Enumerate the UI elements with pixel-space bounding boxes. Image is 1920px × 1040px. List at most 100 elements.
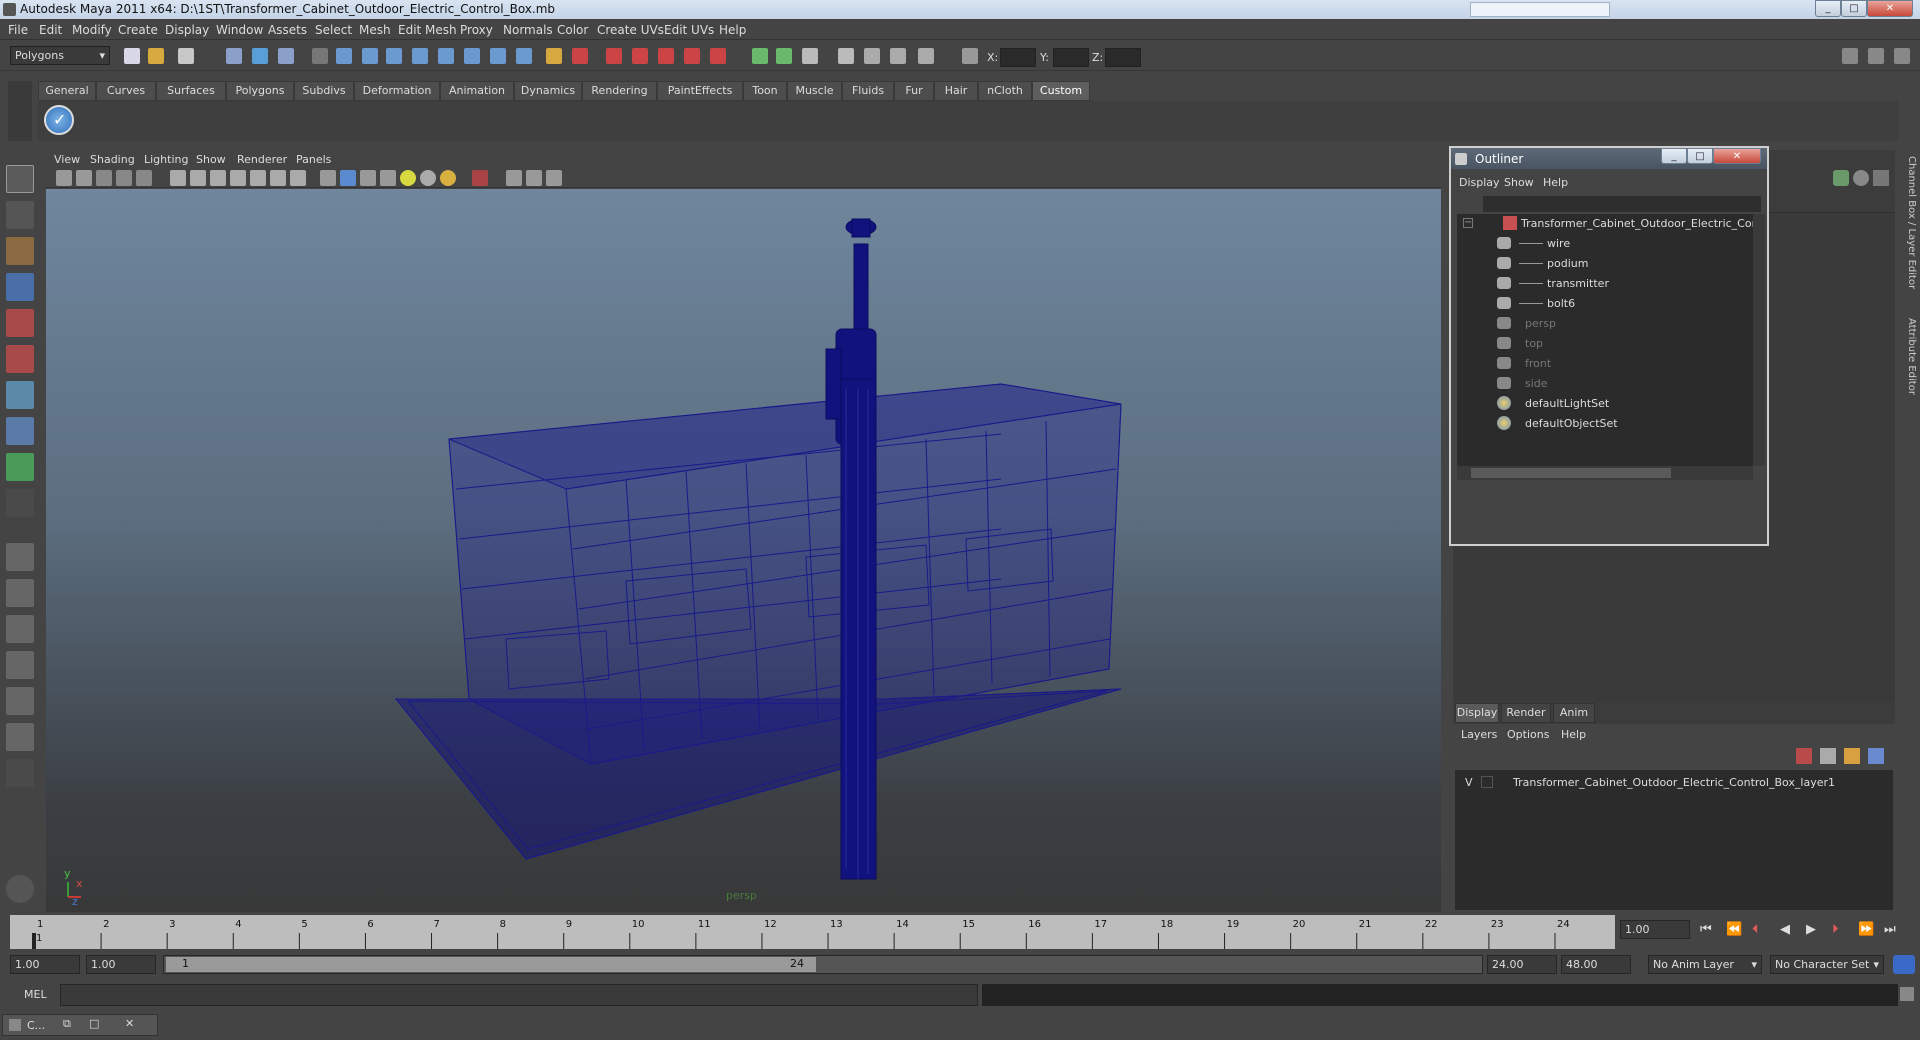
- go-to-end-icon[interactable]: ⏭: [1884, 922, 1896, 937]
- current-time-field[interactable]: 1.00: [1620, 920, 1690, 939]
- x-field[interactable]: [1000, 48, 1036, 67]
- vp-menu-lighting[interactable]: Lighting: [144, 153, 188, 166]
- channel-box-pin-icon[interactable]: [1873, 170, 1889, 186]
- help-icon[interactable]: [516, 48, 532, 64]
- layer-stack-icon[interactable]: [1820, 748, 1836, 764]
- layer-color-swatch[interactable]: [1497, 776, 1509, 788]
- step-back-key-icon[interactable]: ⏴: [1752, 922, 1759, 937]
- sequence-icon[interactable]: [918, 48, 934, 64]
- outliner-menu-display[interactable]: Display: [1459, 176, 1500, 189]
- wireframe-on-shaded-icon[interactable]: [210, 170, 226, 186]
- lock-selection-icon[interactable]: [312, 48, 328, 64]
- snap-surface-icon[interactable]: [464, 48, 480, 64]
- frame-selected-icon[interactable]: [526, 170, 542, 186]
- go-to-start-icon[interactable]: ⏮: [1700, 922, 1712, 937]
- snap-view-plane-icon[interactable]: [412, 48, 428, 64]
- outliner-item[interactable]: front: [1497, 354, 1747, 374]
- start-time-field[interactable]: 1.00: [10, 955, 80, 974]
- playback-end-field[interactable]: 24.00: [1487, 955, 1557, 974]
- hypershade-icon[interactable]: [710, 48, 726, 64]
- select-object-icon[interactable]: [252, 48, 268, 64]
- time-slider[interactable]: 1 2 3 4 5 6 7 8 9 10 11 12 13 14 15 16 17 18 19 20 21 22 23 24 …: [10, 915, 1615, 949]
- snapshot-icon[interactable]: [864, 48, 880, 64]
- move-tool-icon[interactable]: [6, 273, 34, 301]
- script-language-label[interactable]: MEL: [24, 988, 47, 1001]
- smooth-shade-icon[interactable]: [190, 170, 206, 186]
- outliner-filter-input[interactable]: [1483, 196, 1761, 212]
- collapse-toggle-icon[interactable]: −: [1463, 218, 1473, 228]
- outliner-item[interactable]: podium: [1497, 254, 1747, 274]
- snap-grid-icon[interactable]: [336, 48, 352, 64]
- outliner-close-button[interactable]: ✕: [1713, 148, 1761, 164]
- persp-graph-layout-icon[interactable]: [6, 651, 34, 679]
- persp-hypershade-layout-icon[interactable]: [6, 687, 34, 715]
- range-slider-handle[interactable]: 1 24: [166, 957, 816, 972]
- checkmark-tool-icon[interactable]: ✓: [44, 105, 74, 135]
- help-search-input[interactable]: [1470, 2, 1610, 17]
- vp-menu-view[interactable]: View: [54, 153, 80, 166]
- tab-anim-layers[interactable]: Anim: [1553, 703, 1595, 723]
- new-layer-icon[interactable]: [1796, 748, 1812, 764]
- xray-joints-icon[interactable]: [360, 170, 376, 186]
- menu-create[interactable]: Create: [118, 23, 158, 37]
- channel-box-toggle-icon[interactable]: [1868, 48, 1884, 64]
- menu-modify[interactable]: Modify: [72, 23, 112, 37]
- tab-painteffects[interactable]: PaintEffects: [657, 81, 743, 101]
- outliner-vertical-scrollbar[interactable]: [1753, 214, 1765, 466]
- use-lights-icon[interactable]: [250, 170, 266, 186]
- channel-box-manip-icon[interactable]: [1853, 170, 1869, 186]
- outliner-item[interactable]: bolt6: [1497, 294, 1747, 314]
- layer-row[interactable]: V Transformer_Cabinet_Outdoor_Electric_C…: [1459, 774, 1889, 792]
- step-back-frame-icon[interactable]: ⏪: [1726, 922, 1742, 937]
- outliner-menu-show[interactable]: Show: [1504, 176, 1534, 189]
- menu-color[interactable]: Color: [557, 23, 588, 37]
- step-forward-key-icon[interactable]: ⏵: [1832, 922, 1839, 937]
- menu-create-uvs[interactable]: Create UVs: [597, 23, 664, 37]
- render-region-icon[interactable]: [890, 48, 906, 64]
- selected-lights-icon[interactable]: [440, 170, 456, 186]
- tab-deformation[interactable]: Deformation: [354, 81, 440, 101]
- tab-hair[interactable]: Hair: [934, 81, 978, 101]
- universal-manipulator-icon[interactable]: [6, 381, 34, 409]
- outliner-minimize-button[interactable]: _: [1661, 148, 1687, 164]
- playback-start-field[interactable]: 1.00: [86, 955, 156, 974]
- layer-menu-options[interactable]: Options: [1507, 728, 1549, 741]
- auto-key-icon[interactable]: [1893, 955, 1915, 974]
- outliner-item[interactable]: Transformer_Cabinet_Outdoor_Electric_Con…: [1503, 214, 1763, 234]
- paint-select-tool-icon[interactable]: [6, 237, 34, 265]
- tab-surfaces[interactable]: Surfaces: [156, 81, 226, 101]
- tab-fur[interactable]: Fur: [894, 81, 934, 101]
- tab-muscle[interactable]: Muscle: [787, 81, 842, 101]
- layer-menu-layers[interactable]: Layers: [1461, 728, 1497, 741]
- play-backward-icon[interactable]: ◀: [1780, 922, 1790, 937]
- backface-icon[interactable]: [380, 170, 396, 186]
- tab-curves[interactable]: Curves: [96, 81, 156, 101]
- attribute-icon[interactable]: [802, 48, 818, 64]
- textured-icon[interactable]: [230, 170, 246, 186]
- modeling-toolkit-icon[interactable]: [1842, 48, 1858, 64]
- hud-icon[interactable]: [290, 170, 306, 186]
- command-input[interactable]: [60, 984, 978, 1006]
- tab-rendering[interactable]: Rendering: [582, 81, 657, 101]
- new-scene-icon[interactable]: [124, 48, 140, 64]
- all-lights-icon[interactable]: [420, 170, 436, 186]
- select-tool-icon[interactable]: [6, 165, 34, 193]
- minimized-window-tab[interactable]: C... ⧉ □ ✕: [2, 1014, 158, 1036]
- resolution-gate-icon[interactable]: [546, 170, 562, 186]
- menu-mesh[interactable]: Mesh: [359, 23, 391, 37]
- hotbox-icon[interactable]: [6, 875, 34, 903]
- menu-proxy[interactable]: Proxy: [460, 23, 493, 37]
- snap-point-icon[interactable]: [386, 48, 402, 64]
- lasso-tool-icon[interactable]: [6, 201, 34, 229]
- menu-edit-mesh[interactable]: Edit Mesh: [398, 23, 457, 37]
- snap-points-icon[interactable]: [490, 48, 506, 64]
- tab-channel-box-layer-editor[interactable]: Channel Box / Layer Editor: [1900, 156, 1917, 289]
- channel-box-key-icon[interactable]: [1833, 170, 1849, 186]
- maximize-button[interactable]: □: [1841, 0, 1867, 17]
- vp-menu-shading[interactable]: Shading: [90, 153, 135, 166]
- minimize-button[interactable]: _: [1815, 0, 1841, 17]
- four-view-layout-icon[interactable]: [6, 579, 34, 607]
- attribute-editor-toggle-icon[interactable]: [1894, 48, 1910, 64]
- layer-menu-help[interactable]: Help: [1561, 728, 1586, 741]
- maximize-icon[interactable]: □: [89, 1017, 99, 1030]
